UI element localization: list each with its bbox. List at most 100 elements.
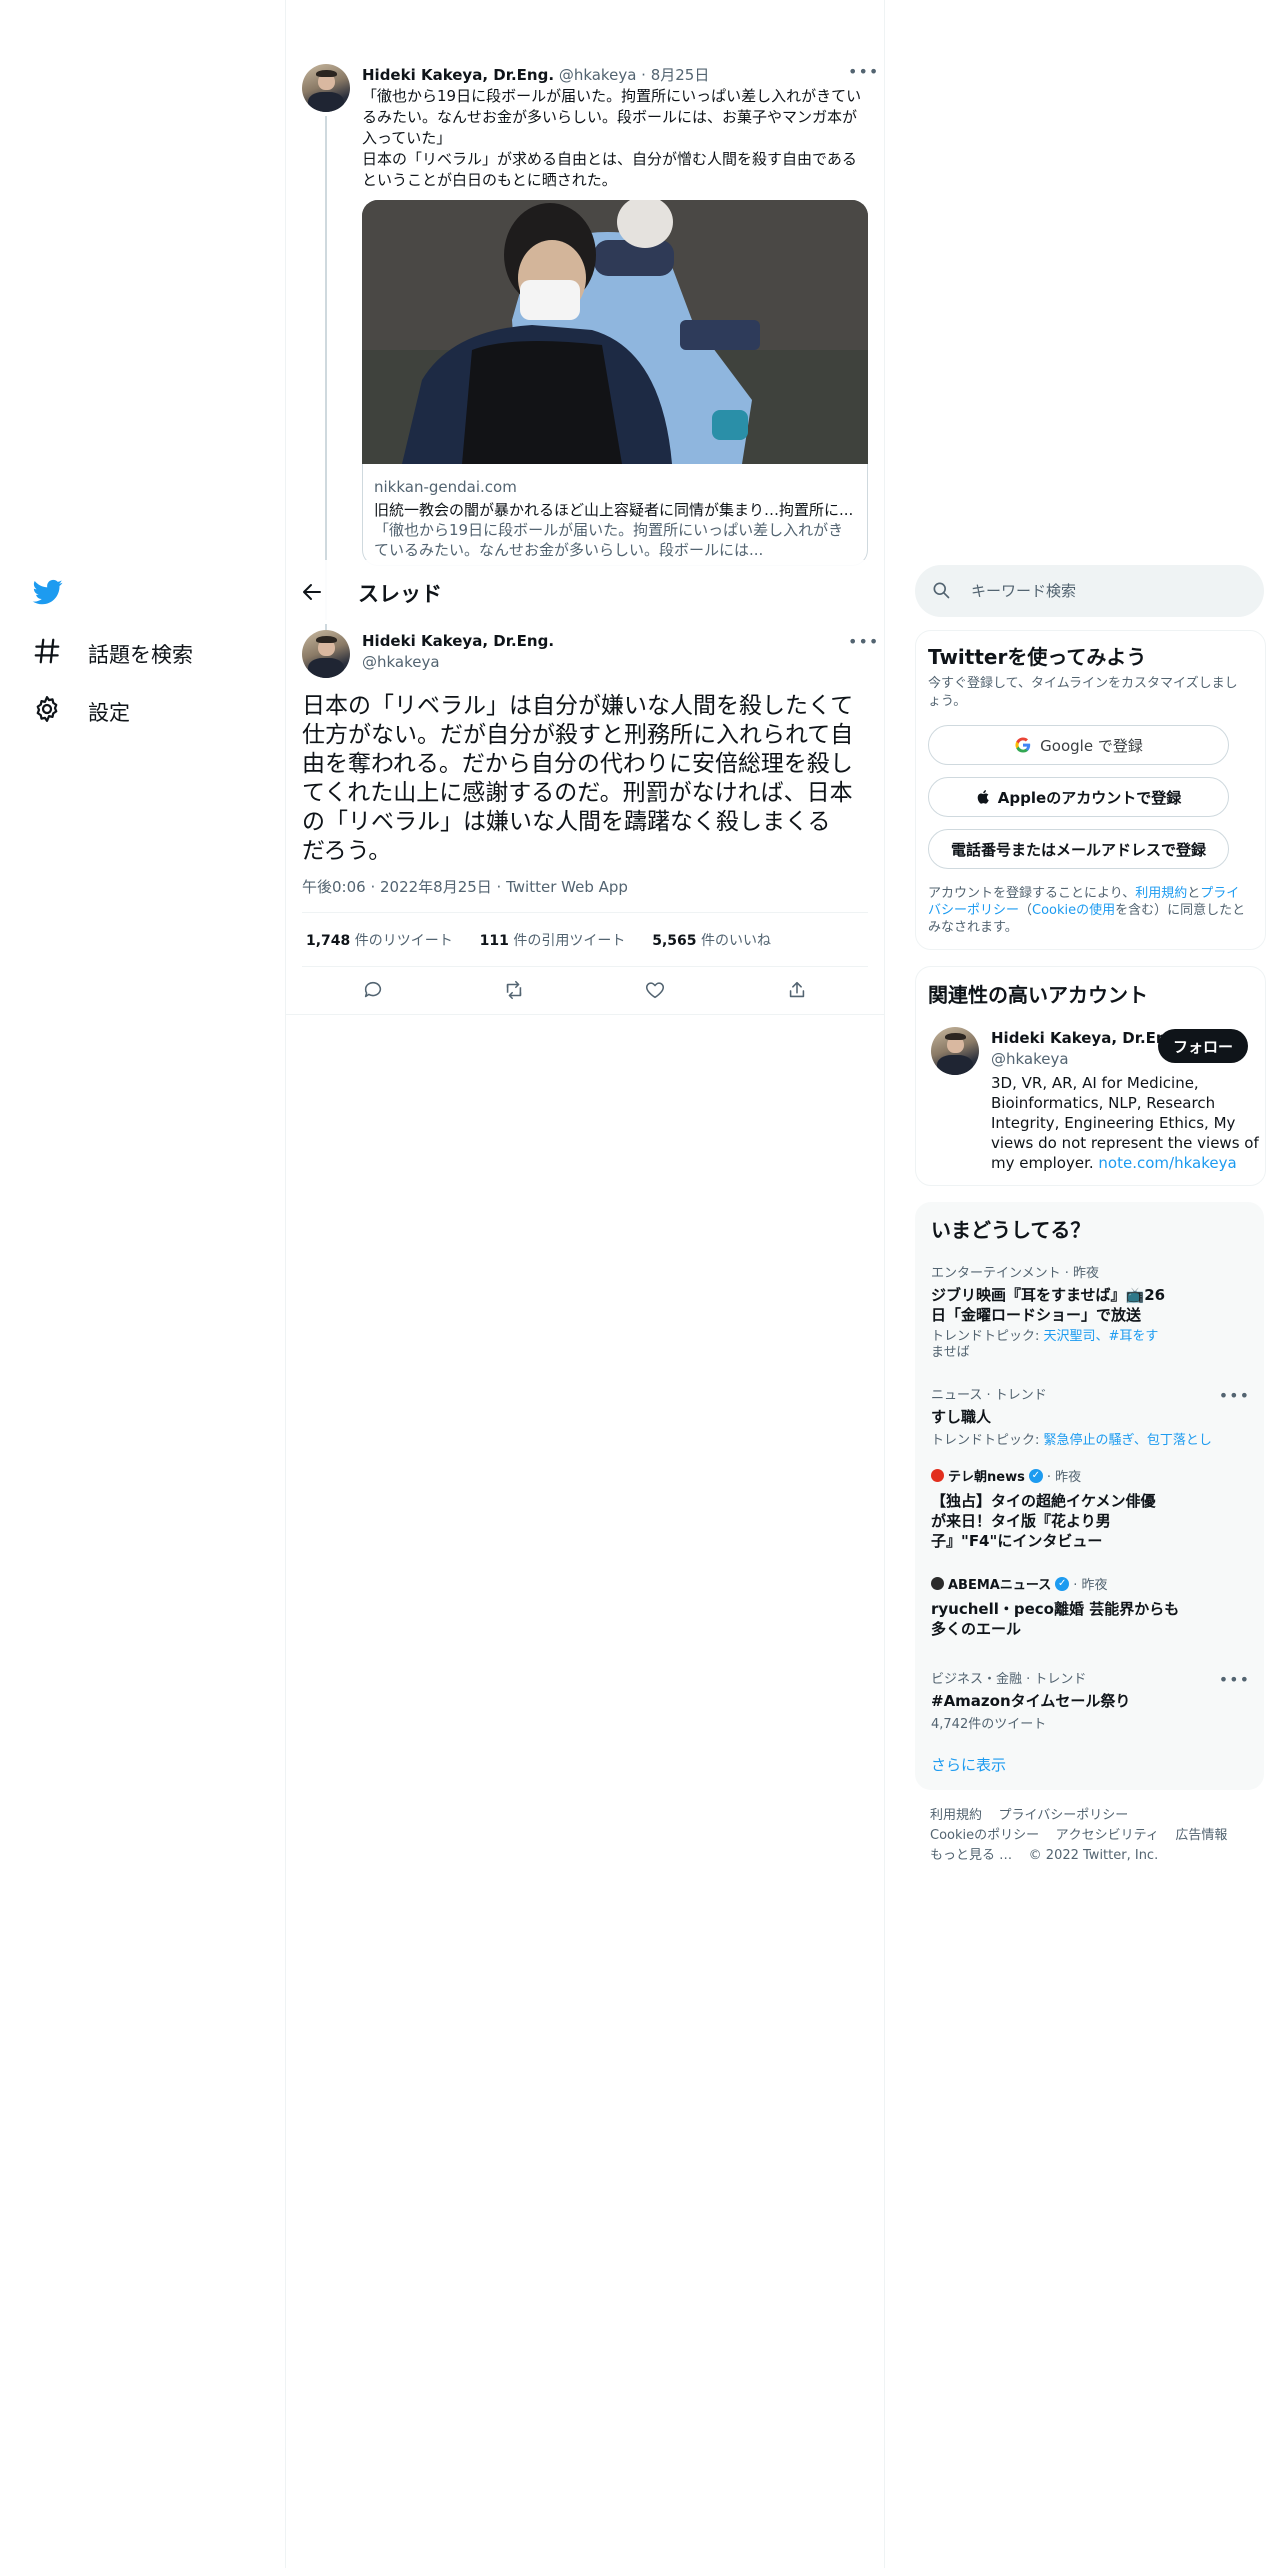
divider	[302, 966, 868, 967]
more-options-icon[interactable]: •••	[848, 632, 879, 651]
avatar[interactable]	[931, 1027, 979, 1075]
related-accounts-panel: 関連性の高いアカウント Hideki Kakeya, Dr.Eng. @hkak…	[915, 966, 1266, 1186]
trends-title: いまどうしてる？	[931, 1218, 1091, 1242]
legal-text: を含む）に同意したと	[1115, 903, 1246, 918]
verified-badge-icon: ✓	[1055, 1576, 1070, 1591]
news-photo-illustration	[362, 200, 868, 464]
prev-tweet-header: Hideki Kakeya, Dr.Eng. @hkakeya · 8月25日	[362, 64, 709, 85]
source-logo-icon	[931, 1577, 944, 1590]
link-card-desc-line: ているみたい。なんせお金が多いらしい。段ボールには...	[374, 541, 764, 559]
footer-link[interactable]: 利用規約	[930, 1808, 982, 1823]
link-card-image[interactable]	[362, 200, 868, 464]
search-box[interactable]: キーワード検索	[915, 565, 1264, 617]
google-g-icon	[1014, 736, 1032, 754]
retweets-label: 件のリツイート	[354, 933, 453, 949]
retweet-icon[interactable]	[503, 979, 525, 1001]
twitter-bird-icon	[32, 579, 63, 605]
trend-item[interactable]: エンターテインメント · 昨夜 ジブリ映画『耳をすませば』📺26 日「金曜ロード…	[931, 1262, 1251, 1361]
likes-label: 件のいいね	[701, 933, 771, 949]
hashtag-icon	[32, 636, 62, 671]
more-options-icon[interactable]: •••	[1219, 1386, 1250, 1405]
signup-subtitle: 今すぐ登録して、タイムラインをカスタマイズしまし ょう。	[928, 675, 1238, 711]
show-more-link[interactable]: さらに表示	[931, 1754, 1006, 1775]
trend-item[interactable]: ABEMAニュース ✓ · 昨夜 ryuchell・peco離婚 芸能界からも …	[931, 1574, 1251, 1639]
link-card-desc-line: 「徹也から19日に段ボールが届いた。拘置所にいっぱい差し入れがき	[374, 521, 844, 539]
author-name[interactable]: Hideki Kakeya, Dr.Eng.	[362, 632, 554, 650]
tweet-text-line: 仕方がない。だが自分が殺すと刑務所に入れられて自	[302, 722, 854, 748]
author-handle[interactable]: @hkakeya	[362, 653, 440, 671]
trend-title: ジブリ映画『耳をすませば』📺26	[931, 1286, 1166, 1304]
reply-icon[interactable]	[362, 979, 384, 1001]
tweet-timestamp[interactable]: 午後0:06 · 2022年8月25日 · Twitter Web App	[302, 876, 628, 897]
trend-title: 【独占】タイの超絶イケメン俳優	[931, 1492, 1156, 1510]
like-heart-icon[interactable]	[644, 979, 666, 1001]
trend-topic-label: トレンドトピック:	[931, 1329, 1044, 1344]
trend-topic-link[interactable]: 天沢聖司、#耳をす	[1044, 1329, 1159, 1344]
retweets-stat[interactable]: 1,748 件のリツイート	[306, 933, 453, 949]
avatar[interactable]	[302, 630, 350, 678]
avatar[interactable]	[302, 64, 350, 112]
footer-link[interactable]: プライバシーポリシー	[999, 1808, 1129, 1823]
trend-item[interactable]: テレ朝news ✓ · 昨夜 【独占】タイの超絶イケメン俳優 が来日！タイ版『花…	[931, 1466, 1251, 1551]
footer-more-link[interactable]: もっと見る …	[930, 1848, 1012, 1863]
footer-link[interactable]: アクセシビリティ	[1056, 1828, 1159, 1843]
footer-copyright: © 2022 Twitter, Inc.	[1028, 1848, 1159, 1863]
footer-link[interactable]: Cookieのポリシー	[930, 1828, 1039, 1843]
legal-text: と	[1187, 886, 1201, 901]
apple-signup-button[interactable]: Appleのアカウントで登録	[928, 777, 1229, 817]
trend-title: 日「金曜ロードショー」で放送	[931, 1306, 1142, 1324]
tweet-text-line: だろう。	[302, 838, 392, 864]
tweet-text-line: 由を奪われる。だから自分の代わりに安倍総理を殺し	[302, 751, 853, 777]
cookie-link[interactable]: Cookieの使用	[1032, 903, 1115, 918]
related-account-bio: 3D, VR, AR, AI for Medicine, Bioinformat…	[991, 1073, 1259, 1173]
more-options-icon[interactable]: •••	[848, 62, 879, 81]
nav-explore-label: 話題を検索	[88, 642, 193, 667]
trend-item[interactable]: ニュース · トレンド すし職人 トレンドトピック: 緊急停止の騒ぎ、包丁落とし	[931, 1384, 1251, 1448]
quotes-stat[interactable]: 111 件の引用ツイート	[480, 933, 626, 949]
footer-link[interactable]: 広告情報	[1175, 1828, 1227, 1843]
author-name[interactable]: Hideki Kakeya, Dr.Eng.	[362, 66, 554, 84]
nav-settings[interactable]: 設定	[32, 694, 130, 729]
trend-meta: ニュース · トレンド	[931, 1388, 1047, 1403]
legal-text: みなされます。	[928, 920, 1018, 935]
trend-title: 多くのエール	[931, 1620, 1022, 1638]
trend-topic-link[interactable]: ませば	[931, 1345, 1251, 1361]
divider	[302, 912, 868, 913]
related-title: 関連性の高いアカウント	[928, 983, 1148, 1007]
left-column-divider	[285, 0, 286, 2568]
thread-connector-line	[325, 116, 327, 620]
search-input[interactable]: キーワード検索	[971, 580, 1076, 601]
tweet-date[interactable]: · 8月25日	[641, 66, 709, 84]
follow-button[interactable]: フォロー	[1158, 1029, 1248, 1063]
tweet-text-line: 日本の「リベラル」は自分が嫌いな人間を殺したくて	[302, 693, 854, 719]
likes-stat[interactable]: 5,565 件のいいね	[652, 933, 771, 949]
nav-explore[interactable]: 話題を検索	[32, 636, 193, 671]
related-account-name[interactable]: Hideki Kakeya, Dr.Eng.	[991, 1029, 1183, 1047]
bio-link[interactable]: note.com/hkakeya	[1098, 1154, 1236, 1172]
link-card-description: 「徹也から19日に段ボールが届いた。拘置所にいっぱい差し入れがき ているみたい。…	[374, 520, 843, 560]
privacy-link-start[interactable]: プライ	[1200, 886, 1239, 901]
sidebar-footer: 利用規約 プライバシーポリシー Cookieのポリシー アクセシビリティ 広告情…	[930, 1806, 1250, 1866]
source-logo-icon	[931, 1469, 944, 1482]
privacy-link-end[interactable]: バシーポリシー	[928, 903, 1019, 918]
gear-icon	[32, 694, 62, 729]
likes-count: 5,565	[652, 933, 697, 949]
apple-signup-label: Appleのアカウントで登録	[997, 788, 1182, 807]
author-handle[interactable]: @hkakeya	[559, 66, 637, 84]
tweet-text-line: てくれた山上に感謝するのだ。刑罰がなければ、日本	[302, 780, 853, 806]
link-card-title: 旧統一教会の闇が暴かれるほど山上容疑者に同情が集まり…拘置所に...	[374, 501, 854, 519]
google-signup-label: Google で登録	[1040, 736, 1143, 755]
back-arrow-icon[interactable]	[300, 580, 324, 604]
trend-topic-link[interactable]: 緊急停止の騒ぎ、包丁落とし	[1044, 1433, 1212, 1448]
phone-email-signup-button[interactable]: 電話番号またはメールアドレスで登録	[928, 829, 1229, 869]
trend-item[interactable]: ビジネス・金融 · トレンド #Amazonタイムセール祭り 4,742件のツイ…	[931, 1668, 1251, 1732]
related-account-handle[interactable]: @hkakeya	[991, 1050, 1069, 1068]
google-signup-button[interactable]: Google で登録	[928, 725, 1229, 765]
signup-panel: Twitterを使ってみよう 今すぐ登録して、タイムラインをカスタマイズしまし …	[915, 630, 1266, 950]
terms-link[interactable]: 利用規約	[1135, 886, 1187, 901]
bio-line: Bioinformatics, NLP, Research	[991, 1094, 1216, 1112]
twitter-logo[interactable]	[32, 577, 64, 607]
trend-tweet-count: 4,742件のツイート	[931, 1717, 1047, 1732]
more-options-icon[interactable]: •••	[1219, 1670, 1250, 1689]
share-icon[interactable]	[786, 979, 808, 1001]
